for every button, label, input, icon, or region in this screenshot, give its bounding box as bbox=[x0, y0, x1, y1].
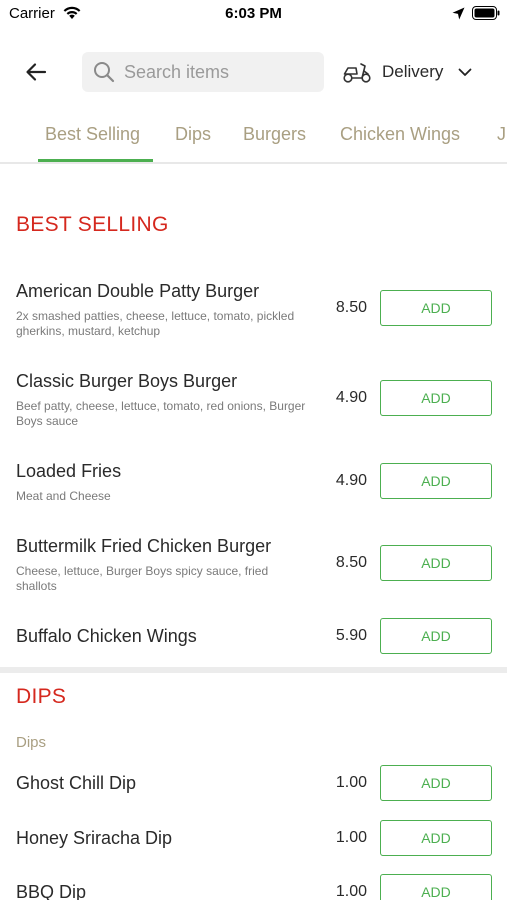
delivery-label: Delivery bbox=[382, 62, 444, 81]
item-price: 5.90 bbox=[335, 627, 367, 644]
item-description: Meat and Cheese bbox=[16, 489, 111, 503]
subcategory-label: Dips bbox=[16, 734, 47, 751]
search-input[interactable] bbox=[124, 61, 314, 83]
item-name: Honey Sriracha Dip bbox=[16, 828, 173, 848]
item-name: Buttermilk Fried Chicken Burger bbox=[16, 536, 272, 556]
category-tabs: Best Selling Dips Burgers Chicken Wings … bbox=[0, 112, 507, 164]
tab-chicken-wings[interactable]: Chicken Wings bbox=[340, 124, 460, 145]
header: Delivery bbox=[0, 48, 507, 96]
item-price: 8.50 bbox=[335, 554, 367, 571]
item-price: 4.90 bbox=[335, 472, 367, 489]
item-name: BBQ Dip bbox=[16, 882, 87, 900]
back-button[interactable] bbox=[20, 56, 52, 88]
menu-item[interactable]: Buttermilk Fried Chicken Burger Cheese, … bbox=[0, 536, 507, 606]
tab-best-selling[interactable]: Best Selling bbox=[45, 124, 140, 145]
add-button[interactable]: ADD bbox=[380, 380, 492, 416]
item-name: Buffalo Chicken Wings bbox=[16, 626, 197, 646]
item-name: Classic Burger Boys Burger bbox=[16, 371, 238, 391]
item-name: Ghost Chill Dip bbox=[16, 773, 137, 793]
add-button[interactable]: ADD bbox=[380, 874, 492, 900]
item-price: 1.00 bbox=[335, 774, 367, 791]
item-price: 1.00 bbox=[335, 883, 367, 900]
menu-item[interactable]: Buffalo Chicken Wings 5.90 ADD bbox=[0, 618, 507, 666]
menu-item[interactable]: Honey Sriracha Dip 1.00 ADD bbox=[0, 820, 507, 868]
add-button[interactable]: ADD bbox=[380, 290, 492, 326]
item-price: 4.90 bbox=[335, 389, 367, 406]
active-tab-indicator bbox=[38, 159, 153, 162]
section-divider bbox=[0, 667, 507, 673]
item-price: 1.00 bbox=[335, 829, 367, 846]
item-description: 2x smashed patties, cheese, lettuce, tom… bbox=[16, 309, 295, 338]
search-icon bbox=[94, 62, 115, 83]
section-title-dips: DIPS bbox=[16, 685, 67, 708]
item-price: 8.50 bbox=[335, 299, 367, 316]
status-time: 6:03 PM bbox=[225, 5, 282, 22]
item-name: Loaded Fries bbox=[16, 461, 122, 481]
tab-dips[interactable]: Dips bbox=[175, 124, 211, 145]
item-description: Cheese, lettuce, Burger Boys spicy sauce… bbox=[16, 564, 269, 593]
menu-item[interactable]: American Double Patty Burger 2x smashed … bbox=[0, 281, 507, 351]
back-arrow-icon bbox=[26, 63, 47, 81]
add-button[interactable]: ADD bbox=[380, 820, 492, 856]
add-button[interactable]: ADD bbox=[380, 545, 492, 581]
menu-item[interactable]: Classic Burger Boys Burger Beef patty, c… bbox=[0, 371, 507, 441]
tab-burgers[interactable]: Burgers bbox=[243, 124, 306, 145]
menu-item[interactable]: BBQ Dip 1.00 ADD bbox=[0, 874, 507, 900]
menu-item[interactable]: Ghost Chill Dip 1.00 ADD bbox=[0, 765, 507, 813]
location-arrow-icon bbox=[452, 7, 465, 20]
scooter-icon bbox=[343, 63, 371, 83]
add-button[interactable]: ADD bbox=[380, 618, 492, 654]
delivery-mode-dropdown[interactable]: Delivery bbox=[342, 56, 473, 88]
item-name: American Double Patty Burger bbox=[16, 281, 260, 301]
battery-icon bbox=[472, 6, 500, 20]
chevron-down-icon bbox=[459, 68, 472, 76]
menu-list[interactable]: BEST SELLING American Double Patty Burge… bbox=[0, 166, 507, 900]
section-title-best-selling: BEST SELLING bbox=[16, 213, 169, 236]
item-description: Beef patty, cheese, lettuce, tomato, red… bbox=[16, 399, 306, 428]
add-button[interactable]: ADD bbox=[380, 463, 492, 499]
menu-item[interactable]: Loaded Fries Meat and Cheese 4.90 ADD bbox=[0, 461, 507, 516]
search-box[interactable] bbox=[82, 52, 324, 92]
tab-next[interactable]: J bbox=[497, 124, 506, 145]
status-bar: Carrier 6:03 PM bbox=[0, 0, 507, 30]
add-button[interactable]: ADD bbox=[380, 765, 492, 801]
